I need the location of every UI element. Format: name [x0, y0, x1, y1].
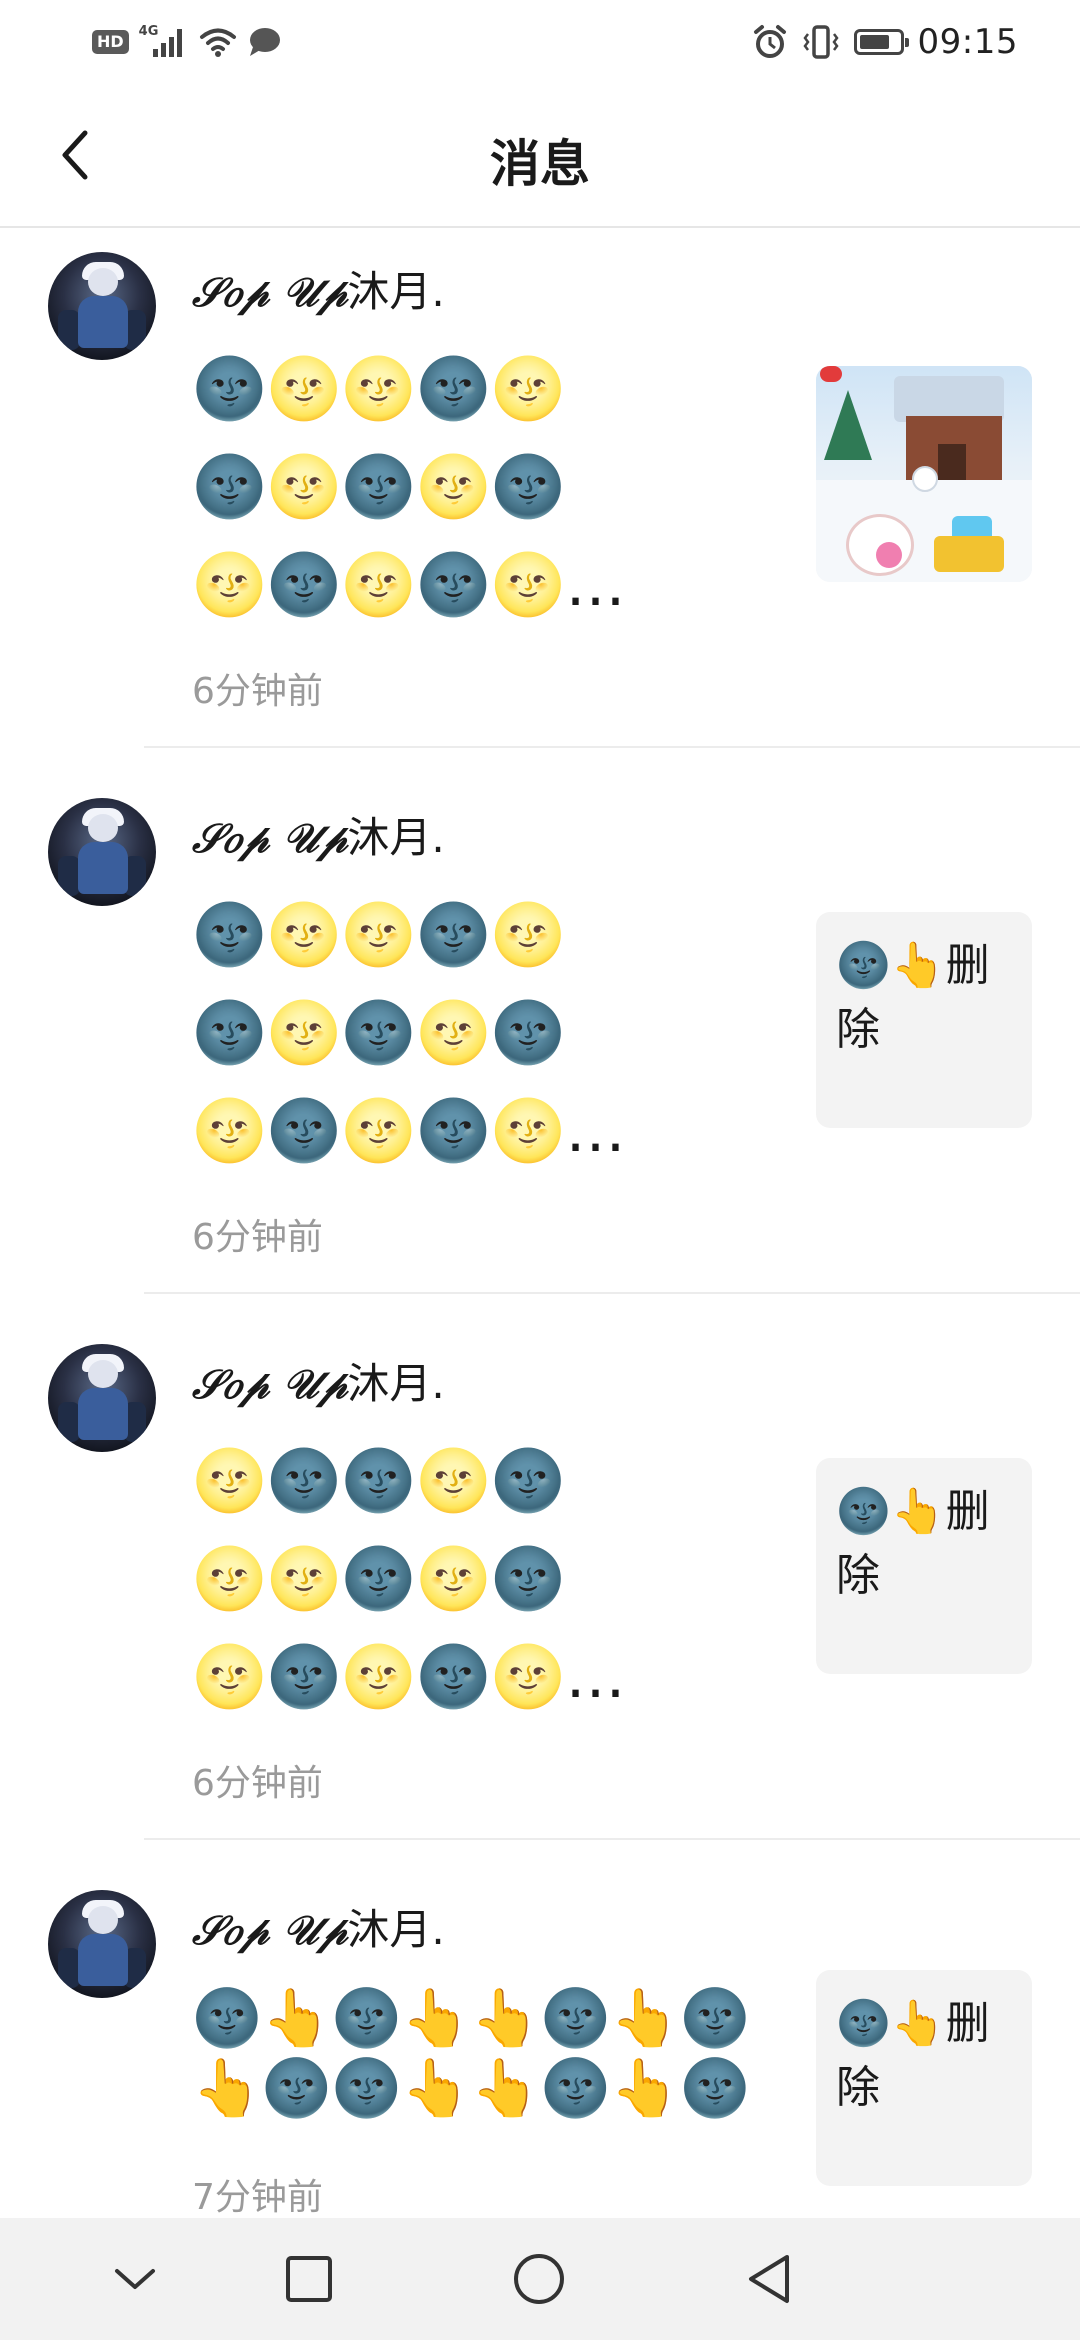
message-preview: 🌝🌚🌚🌝🌚 🌝🌝🌚🌝🌚 🌝🌚🌝🌚🌝…: [192, 1432, 752, 1726]
sender-name-script: 𝒮𝑜𝓅 𝒰𝓅: [192, 1361, 348, 1408]
status-bar: HD 4G 09:15: [0, 0, 1080, 84]
message-list[interactable]: 𝒮𝑜𝓅 𝒰𝓅沐月. 🌚🌝🌝🌚🌝 🌚🌝🌚🌝🌚 🌝🌚🌝🌚🌝… 6分钟前 𝒮𝑜𝓅 𝒰𝓅…: [0, 228, 1080, 2218]
vibrate-icon: [802, 25, 839, 59]
preview-line: 👆🌚🌚👆👆🌚👆🌚: [192, 2056, 750, 2121]
page-title: 消息: [490, 135, 590, 193]
preview-line: 🌚🌝🌚🌝🌚: [192, 998, 566, 1068]
clock-time: 09:15: [917, 22, 1018, 62]
sender-name-tail: 沐月.: [347, 1905, 445, 1954]
thumbnail-text: 🌚👆删除: [836, 1486, 990, 1601]
sender-name-tail: 沐月.: [347, 1359, 445, 1408]
game-screenshot-image: [816, 366, 1032, 582]
post-thumbnail[interactable]: 🌚👆删除: [816, 912, 1032, 1128]
preview-line: 🌚🌝🌝🌚🌝: [192, 354, 566, 424]
preview-line: 🌚👆🌚👆👆🌚👆🌚: [192, 1986, 750, 2051]
sender-name-script: 𝒮𝑜𝓅 𝒰𝓅: [192, 815, 348, 862]
sender-name: 𝒮𝑜𝓅 𝒰𝓅沐月.: [192, 804, 445, 865]
recents-button[interactable]: [276, 2246, 342, 2312]
sender-name-script: 𝒮𝑜𝓅 𝒰𝓅: [192, 269, 348, 316]
preview-line: 🌚🌝🌝🌚🌝: [192, 900, 566, 970]
avatar[interactable]: [48, 1344, 156, 1452]
recents-square-icon: [286, 2256, 332, 2302]
thumbnail-text: 🌚👆删除: [836, 940, 990, 1055]
post-thumbnail[interactable]: 🌚👆删除: [816, 1970, 1032, 2186]
back-nav-button[interactable]: [736, 2246, 802, 2312]
collapse-button[interactable]: [102, 2246, 168, 2312]
sender-name-tail: 沐月.: [347, 813, 445, 862]
message-time: 6分钟前: [192, 671, 323, 712]
home-circle-icon: [514, 2254, 564, 2304]
message-time: 6分钟前: [192, 1217, 323, 1258]
preview-line: 🌝🌚🌝🌚🌝…: [192, 1642, 626, 1712]
sender-name: 𝒮𝑜𝓅 𝒰𝓅沐月.: [192, 258, 445, 319]
status-left-icons: HD 4G: [92, 22, 281, 62]
message-preview: 🌚🌝🌝🌚🌝 🌚🌝🌚🌝🌚 🌝🌚🌝🌚🌝…: [192, 340, 752, 634]
message-item[interactable]: 𝒮𝑜𝓅 𝒰𝓅沐月. 🌚🌝🌝🌚🌝 🌚🌝🌚🌝🌚 🌝🌚🌝🌚🌝… 6分钟前: [0, 228, 1080, 774]
message-preview: 🌚🌝🌝🌚🌝 🌚🌝🌚🌝🌚 🌝🌚🌝🌚🌝…: [192, 886, 752, 1180]
preview-line: 🌚🌝🌚🌝🌚: [192, 452, 566, 522]
divider: [144, 1292, 1080, 1294]
system-nav-bar: [0, 2218, 1080, 2340]
message-time: 7分钟前: [192, 2177, 323, 2218]
thumbnail-text: 🌚👆删除: [836, 1998, 990, 2113]
sender-name: 𝒮𝑜𝓅 𝒰𝓅沐月.: [192, 1350, 445, 1411]
divider: [144, 746, 1080, 748]
post-thumbnail[interactable]: [816, 366, 1032, 582]
battery-level: [859, 35, 889, 49]
alarm-icon: [753, 25, 786, 58]
post-thumbnail[interactable]: 🌚👆删除: [816, 1458, 1032, 1674]
hd-icon: HD: [92, 30, 129, 54]
wifi-icon: [199, 28, 236, 57]
message-item[interactable]: 𝒮𝑜𝓅 𝒰𝓅沐月. 🌝🌚🌚🌝🌚 🌝🌝🌚🌝🌚 🌝🌚🌝🌚🌝… 6分钟前 🌚👆删除: [0, 1320, 1080, 1866]
message-time: 6分钟前: [192, 1763, 323, 1804]
sender-name-tail: 沐月.: [347, 267, 445, 316]
preview-line: 🌝🌚🌝🌚🌝…: [192, 550, 626, 620]
avatar[interactable]: [48, 1890, 156, 1998]
signal-4g-icon: 4G: [139, 25, 189, 59]
status-right-icons: 09:15: [752, 18, 1018, 66]
divider: [144, 1838, 1080, 1840]
network-type-label: 4G: [138, 24, 159, 39]
preview-line: 🌝🌚🌚🌝🌚: [192, 1446, 566, 1516]
message-item[interactable]: 𝒮𝑜𝓅 𝒰𝓅沐月. 🌚🌝🌝🌚🌝 🌚🌝🌚🌝🌚 🌝🌚🌝🌚🌝… 6分钟前 🌚👆删除: [0, 774, 1080, 1320]
avatar[interactable]: [48, 798, 156, 906]
sender-name: 𝒮𝑜𝓅 𝒰𝓅沐月.: [192, 1896, 445, 1957]
collapse-down-icon: [115, 2269, 155, 2289]
back-triangle-icon: [749, 2255, 789, 2303]
message-item[interactable]: 𝒮𝑜𝓅 𝒰𝓅沐月. 🌚👆🌚👆👆🌚👆🌚 👆🌚🌚👆👆🌚👆🌚 7分钟前 🌚👆删除: [0, 1866, 1080, 2218]
preview-line: 🌝🌝🌚🌝🌚: [192, 1544, 566, 1614]
home-button[interactable]: [506, 2246, 572, 2312]
preview-line: 🌝🌚🌝🌚🌝…: [192, 1096, 626, 1166]
battery-icon: [853, 29, 909, 55]
message-preview: 🌚👆🌚👆👆🌚👆🌚 👆🌚🌚👆👆🌚👆🌚: [192, 1984, 752, 2124]
app-header: 消息: [0, 84, 1080, 228]
message-icon: [249, 28, 280, 56]
sender-name-script: 𝒮𝑜𝓅 𝒰𝓅: [192, 1907, 348, 1954]
avatar[interactable]: [48, 252, 156, 360]
